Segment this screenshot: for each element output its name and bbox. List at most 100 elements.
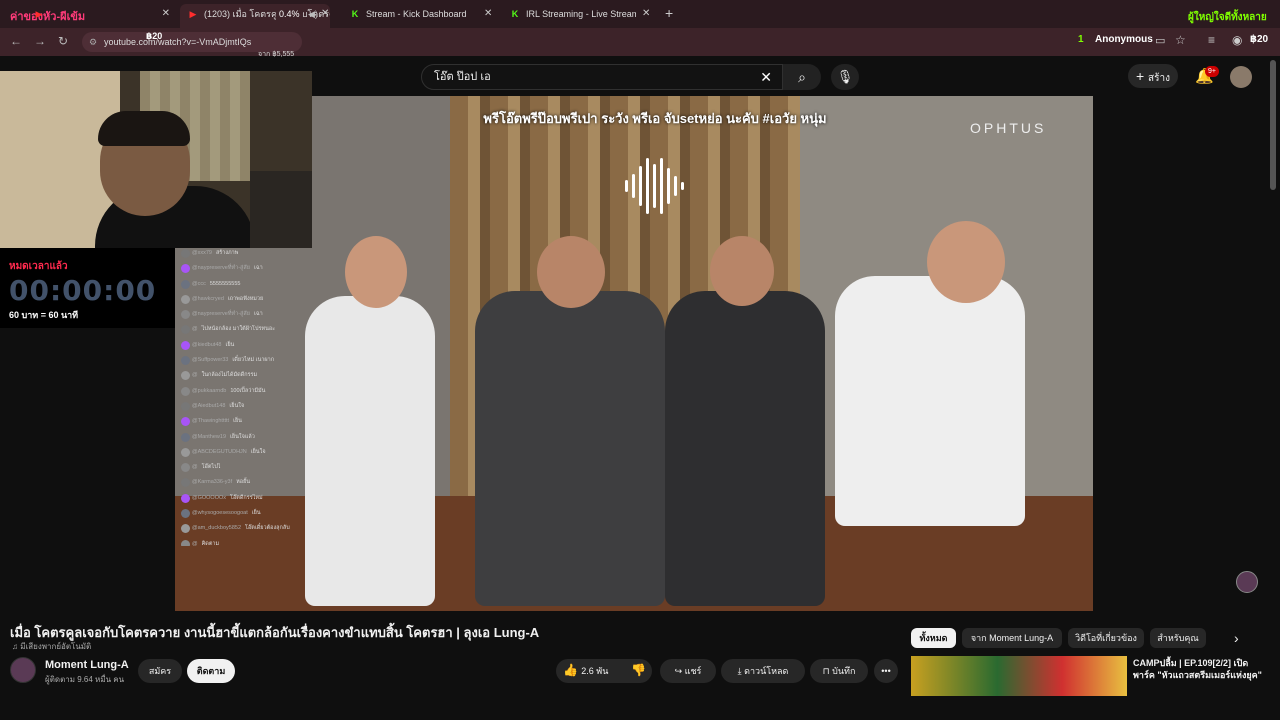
chat-text: เย็น xyxy=(251,510,261,517)
join-button[interactable]: สมัคร xyxy=(138,659,182,683)
search-button[interactable]: ⌕ xyxy=(783,64,821,90)
back-icon[interactable]: ← xyxy=(10,34,22,48)
related-video-thumbnail[interactable] xyxy=(911,656,1127,696)
chat-message: @Thawinghttttt เย็น xyxy=(178,414,358,429)
search-query: โอ๊ต ป๊อป เอ xyxy=(434,71,491,83)
chat-username: @Suffpower33 xyxy=(192,357,229,364)
chat-username: @Aiedbut148 xyxy=(192,402,226,409)
chat-avatar xyxy=(181,447,190,457)
dub-text: มีเสียงพากย์อัตโนมัติ xyxy=(20,642,92,651)
tab-kick-dashboard[interactable]: K Stream - Kick Dashboard xyxy=(342,4,502,28)
close-icon[interactable]: ✕ xyxy=(484,8,492,19)
share-label: แชร์ xyxy=(684,666,702,676)
clear-search-icon[interactable]: ✕ xyxy=(760,65,772,89)
viewer-name: Anonymous xyxy=(1095,34,1153,45)
chat-avatar xyxy=(181,386,190,396)
live-chat-overlay: @xxx79 สร้างภาพ @naypreserveที่ทำ-สู่สัย เฉ… xyxy=(178,246,358,546)
close-icon[interactable]: ✕ xyxy=(642,8,650,19)
scrollbar[interactable] xyxy=(1270,60,1276,190)
chat-avatar xyxy=(181,493,190,503)
new-tab-icon[interactable]: + xyxy=(665,5,673,21)
close-icon[interactable]: ✕ xyxy=(321,8,329,19)
chat-text: เย็นใจ xyxy=(250,448,266,455)
chat-message: @pukkaarndb 100เปิ้ลว่ามีมัน xyxy=(178,384,358,399)
tab-1[interactable]: ▶ ✕ xyxy=(26,4,176,28)
star-icon[interactable]: ☆ xyxy=(1175,33,1186,47)
voice-search-button[interactable]: 🎙 xyxy=(831,64,859,90)
bookmark-icon: ⊓ xyxy=(822,666,833,676)
media-icon[interactable]: ≡ xyxy=(1208,33,1215,47)
reload-icon[interactable]: ↻ xyxy=(58,34,68,48)
chevron-right-icon[interactable]: › xyxy=(1234,630,1239,646)
close-icon[interactable]: ✕ xyxy=(162,4,170,24)
plus-icon: + xyxy=(1135,68,1149,84)
search-input[interactable]: โอ๊ต ป๊อป เอ ✕ xyxy=(421,64,783,90)
webcam-feed xyxy=(0,71,312,248)
chat-text: เถาพอฟังหมวย xyxy=(227,295,264,302)
chat-text: ไปหน้อกล้อง มาใต้ฝ้าโปรทนอะ xyxy=(201,326,276,333)
dislike-button[interactable]: 👎 xyxy=(631,663,646,677)
chat-text: เย็นใจแล้ว xyxy=(230,433,255,440)
forward-icon[interactable]: → xyxy=(34,34,46,48)
browser-tab-bar: ค่าของหัว-ผีเข้ม ▶ ✕ ▶ (1203) เมื่อ โคตร… xyxy=(0,0,1280,28)
floating-avatar[interactable] xyxy=(1236,571,1258,593)
tab-kick-irl[interactable]: K IRL Streaming - Live Streams o xyxy=(502,4,636,28)
chip-related[interactable]: วิดีโอที่เกี่ยวข้อง xyxy=(1068,628,1144,648)
chat-message: @kiedbut48 เย็น xyxy=(178,338,358,353)
webcam-chair xyxy=(250,171,312,248)
tab-youtube-active[interactable]: ▶ (1203) เมื่อ โคตรคูลเจอกับโคตรควาย 0.4… xyxy=(180,4,330,28)
channel-name[interactable]: Moment Lung-A xyxy=(45,659,129,671)
kick-icon: K xyxy=(511,9,519,19)
subscribe-button[interactable]: ติดตาม xyxy=(187,659,235,683)
auto-dub-note: ♫ มีเสียงพากย์อัตโนมัติ xyxy=(12,640,91,653)
profile-icon[interactable]: ◉ xyxy=(1232,33,1242,47)
chat-username: @am_duckboy5852 xyxy=(192,525,242,532)
chip-from-channel[interactable]: จาก Moment Lung-A xyxy=(962,628,1062,648)
chat-message: @ คิดตาม xyxy=(178,537,358,546)
related-video-title[interactable]: CAMPปลื้ม | EP.109[2/2] เปิดพาร์ค "หัวแถ… xyxy=(1133,657,1263,681)
chat-message: @ ในกล้องไม่ได้มัดดีกรรม xyxy=(178,368,358,383)
chat-avatar xyxy=(181,356,190,366)
chat-avatar xyxy=(181,264,190,274)
webcam-person-hair xyxy=(98,111,190,146)
share-button[interactable]: ↪ แชร์ xyxy=(660,659,716,683)
chat-username: @kiedbut48 xyxy=(192,341,222,348)
chat-message: @naypreserveที่ทำ-สู่สัย เฉา xyxy=(178,307,358,322)
viewer-count: 1 xyxy=(1078,34,1084,45)
site-info-icon[interactable]: ⚙ xyxy=(89,32,97,52)
chat-message: @GOOOOOx โอ๊ตดีกรรไหม่ xyxy=(178,491,358,506)
chat-avatar xyxy=(181,249,190,258)
chat-text: หอยั้น xyxy=(236,479,251,486)
chip-for-you[interactable]: สำหรับคุณ xyxy=(1150,628,1206,648)
more-button[interactable]: ••• xyxy=(874,659,898,683)
chat-message: @ABCDEGUTUDHJN เย็นใจ xyxy=(178,445,358,460)
channel-avatar[interactable] xyxy=(10,657,36,683)
chat-text: เย็น xyxy=(225,341,235,348)
like-button[interactable]: 👍 2.6 พัน xyxy=(563,663,608,678)
download-button[interactable]: ⤓ ดาวน์โหลด xyxy=(721,659,805,683)
thumbs-down-icon: 👎 xyxy=(631,663,646,677)
search-icon: ⌕ xyxy=(798,69,806,85)
create-button[interactable]: + สร้าง xyxy=(1128,64,1178,88)
chat-username: @pukkaarndb xyxy=(192,387,227,394)
tab-label: Stream - Kick Dashboard xyxy=(366,9,467,19)
chat-avatar xyxy=(181,432,190,442)
chat-username: @ xyxy=(192,464,198,471)
speaker-icon[interactable]: ◀) xyxy=(308,4,318,24)
chat-avatar xyxy=(181,509,190,519)
chat-message: @Manthew19 เย็นใจแล้ว xyxy=(178,430,358,445)
chat-avatar xyxy=(181,294,190,304)
video-person-head xyxy=(927,221,1005,303)
share-icon: ↪ xyxy=(674,666,685,676)
chat-username: @Manthew19 xyxy=(192,433,227,440)
chat-text: 5555555555 xyxy=(209,280,241,287)
chat-message: @Aiedbut148 เย็นใจ xyxy=(178,399,358,414)
avatar[interactable] xyxy=(1230,66,1252,88)
chip-all[interactable]: ทั้งหมด xyxy=(911,628,956,648)
cast-icon[interactable]: ▭ xyxy=(1155,34,1165,47)
create-label: สร้าง xyxy=(1148,73,1171,84)
chat-text: โอ๊ตดีกรรไหม่ xyxy=(230,494,263,501)
stream-overlay-right-text: ผู้ใหญ่ใจดีทั้งหลาย xyxy=(1188,12,1267,23)
save-button[interactable]: ⊓ บันทึก xyxy=(810,659,868,683)
chat-username: @Thawinghttttt xyxy=(192,418,230,425)
